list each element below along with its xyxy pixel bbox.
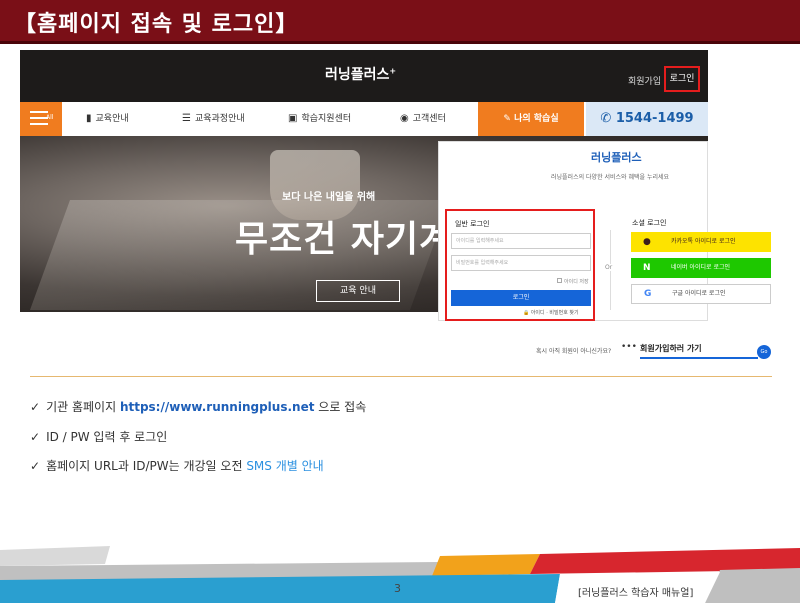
hero-edu-button[interactable]: 교육 안내 bbox=[316, 280, 400, 302]
bullet-login: ✓ ID / PW 입력 후 로그인 bbox=[30, 430, 168, 444]
naver-login-button[interactable]: N 네이버 아이디로 로그인 bbox=[631, 258, 771, 278]
site-nav: All ▮ 교육안내 ☰ 교육과정안내 ▣ 학습지원센터 ◉ 고객센터 ✎ 나의 학습실… bbox=[20, 102, 708, 136]
slide-title: 【홈페이지 접속 및 로그인】 bbox=[14, 12, 299, 37]
section-divider bbox=[30, 376, 772, 377]
naver-icon: N bbox=[643, 263, 651, 273]
join-link-text[interactable]: 회원가입하러 가기 bbox=[640, 343, 758, 359]
kakao-login-button[interactable]: ● 카카오톡 아이디로 로그인 bbox=[631, 232, 771, 252]
sms-notice: SMS 개별 안내 bbox=[246, 459, 324, 473]
login-button[interactable]: 로그인 bbox=[451, 290, 591, 306]
hamburger-icon bbox=[30, 111, 48, 113]
nav-all-label: All bbox=[46, 114, 54, 121]
nav-item-support[interactable]: ▣ 학습지원센터 bbox=[288, 102, 351, 136]
book-icon: ▮ bbox=[86, 113, 92, 124]
bullet-access: ✓ 기관 홈페이지 https://www.runningplus.net 으로 … bbox=[30, 400, 367, 414]
site-header: 러닝플러스+ 회원가입 로그인 bbox=[20, 50, 708, 102]
kakao-icon: ● bbox=[643, 237, 651, 247]
google-icon: G bbox=[644, 289, 652, 299]
nav-my-learning[interactable]: ✎ 나의 학습실 bbox=[478, 102, 584, 136]
join-dots: ••• bbox=[621, 342, 637, 352]
headset-icon: ◉ bbox=[400, 113, 409, 124]
login-link[interactable]: 로그인 bbox=[664, 66, 700, 92]
page-number: 3 bbox=[394, 582, 401, 595]
join-question: 혹시 아직 회원이 아니신가요? bbox=[536, 348, 612, 355]
join-go-button[interactable]: Go bbox=[757, 345, 771, 359]
nav-item-cs[interactable]: ◉ 고객센터 bbox=[400, 102, 446, 136]
id-input[interactable]: 아이디를 입력해주세요 bbox=[451, 233, 591, 249]
slide: 【홈페이지 접속 및 로그인】 러닝플러스+ 회원가입 로그인 All ▮ 교육안… bbox=[0, 0, 800, 603]
checkbox-icon bbox=[557, 278, 562, 283]
nav-all-button[interactable]: All bbox=[20, 102, 62, 136]
find-account-link[interactable]: 🔒 아이디 · 비밀번호 찾기 bbox=[523, 309, 579, 316]
nav-item-edu[interactable]: ▮ 교육안내 bbox=[86, 102, 129, 136]
homepage-url[interactable]: https://www.runningplus.net bbox=[120, 400, 315, 414]
footer-label: [러닝플러스 학습자 매뉴얼] bbox=[578, 588, 694, 599]
login-panel-logo: 러닝플러스 bbox=[591, 151, 642, 164]
password-input[interactable]: 비밀번호를 입력해주세요 bbox=[451, 255, 591, 271]
site-logo[interactable]: 러닝플러스+ bbox=[325, 64, 396, 84]
phone-icon: ✆ bbox=[600, 111, 616, 126]
pencil-icon: ✎ bbox=[503, 114, 515, 124]
monitor-icon: ▣ bbox=[288, 113, 298, 124]
join-link[interactable]: 회원가입 bbox=[628, 74, 661, 87]
list-icon: ☰ bbox=[182, 113, 191, 124]
keep-id-checkbox[interactable]: 아이디 저장 bbox=[557, 278, 589, 285]
check-icon: ✓ bbox=[30, 400, 41, 414]
normal-login-box: 일반 로그인 아이디를 입력해주세요 비밀번호를 입력해주세요 아이디 저장 로… bbox=[445, 209, 595, 321]
normal-login-title: 일반 로그인 bbox=[455, 220, 490, 228]
lock-icon: 🔒 bbox=[523, 310, 531, 316]
hero-subtitle: 보다 나은 내일을 위해 bbox=[282, 192, 376, 203]
check-icon: ✓ bbox=[30, 430, 41, 444]
or-label: Or bbox=[605, 264, 613, 271]
bullet-sms: ✓ 홈페이지 URL과 ID/PW는 개강일 오전 SMS 개별 안내 bbox=[30, 459, 324, 473]
nav-item-course[interactable]: ☰ 교육과정안내 bbox=[182, 102, 245, 136]
google-login-button[interactable]: G 구글 아이디로 로그인 bbox=[631, 284, 771, 304]
hero-headline: 무조건 자기계 bbox=[235, 219, 454, 260]
login-panel-description: 러닝플러스의 다양한 서비스와 혜택을 누리세요 bbox=[551, 174, 670, 181]
social-login-title: 소셜 로그인 bbox=[632, 219, 667, 227]
slide-title-bar: 【홈페이지 접속 및 로그인】 bbox=[0, 0, 800, 44]
check-icon: ✓ bbox=[30, 459, 41, 473]
nav-phone: ✆ 1544-1499 bbox=[586, 102, 708, 136]
